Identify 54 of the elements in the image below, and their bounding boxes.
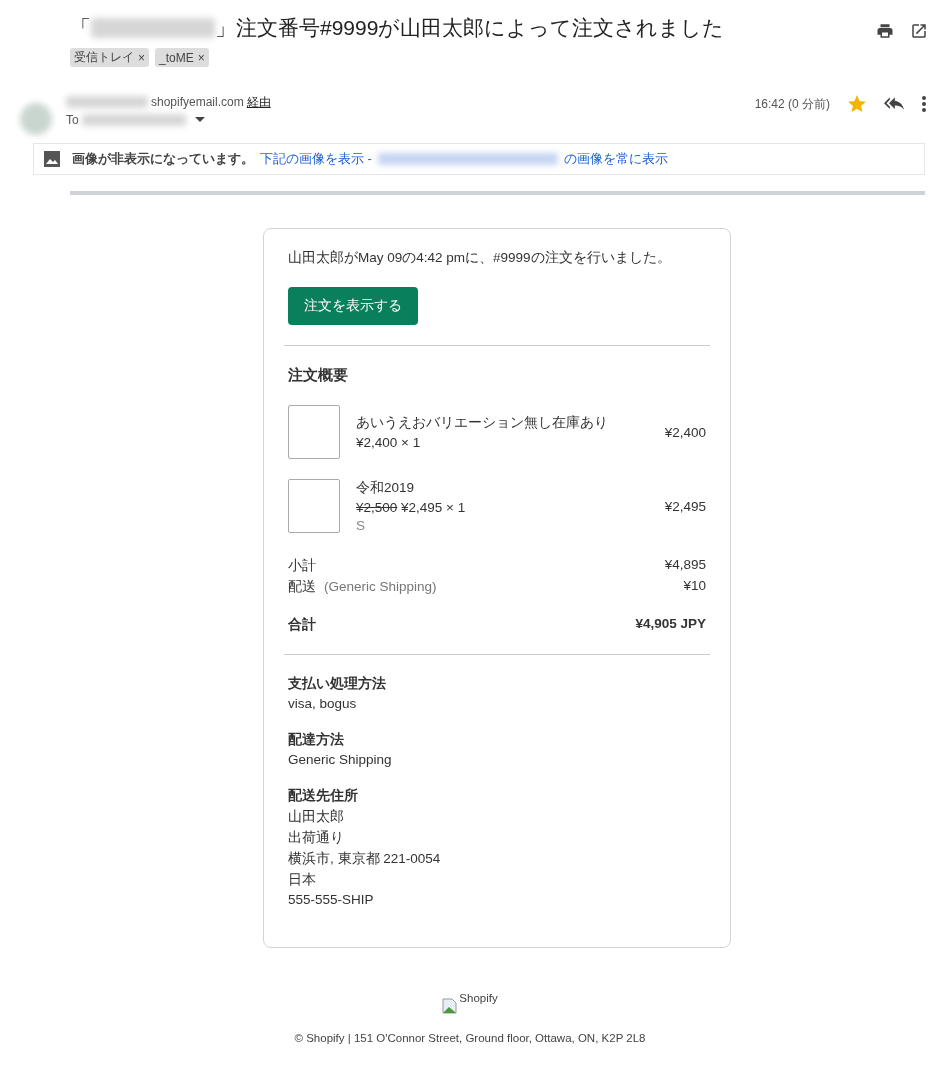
shipping-note: (Generic Shipping) <box>324 579 437 594</box>
remove-label[interactable]: × <box>138 50 145 65</box>
section-title: 配送先住所 <box>288 787 359 805</box>
section-line: 山田太郎 <box>288 808 345 826</box>
subject-text: 「 <box>70 15 91 41</box>
total-label: 合計 <box>288 616 316 634</box>
label-chip[interactable]: 受信トレイ × <box>70 48 149 67</box>
original-price: ¥2,500 <box>356 500 398 515</box>
broken-image-icon <box>442 998 459 1014</box>
section-title: 注文概要 <box>287 366 349 385</box>
product-name: 令和2019 <box>356 479 416 497</box>
logo-alt-text: Shopify <box>459 992 498 1004</box>
product-name: あいうえおバリエーション無し在庫あり <box>356 414 609 432</box>
dropdown-icon[interactable] <box>194 117 205 123</box>
star-icon[interactable] <box>848 95 866 113</box>
section-title: 支払い処理方法 <box>288 675 387 693</box>
summary-value: ¥4,895 <box>664 557 706 574</box>
section-line: Generic Shipping <box>288 752 393 767</box>
section-line: 日本 <box>288 871 317 889</box>
notice-text: 画像が非表示になっています。 <box>72 150 254 168</box>
section-line: 出荷通り <box>288 829 345 847</box>
intro-text: 山田太郎がMay 09の4:42 pmに、#9999の注文を行いました。 <box>287 249 672 267</box>
product-image-placeholder <box>288 479 340 533</box>
section-line: visa, bogus <box>288 696 358 711</box>
total-value: ¥4,905 JPY <box>635 616 706 633</box>
reply-all-icon[interactable] <box>884 96 904 112</box>
more-icon[interactable] <box>922 96 926 112</box>
unit-price: ¥2,495 × 1 <box>401 500 466 515</box>
label-chip[interactable]: _toME × <box>155 48 209 67</box>
section-line: 555-555-SHIP <box>288 892 375 907</box>
variant-text: S <box>356 518 366 533</box>
summary-value: ¥10 <box>683 578 706 595</box>
product-image-placeholder <box>288 405 340 459</box>
section-line: 横浜市, 東京都 221-0054 <box>288 850 442 868</box>
time-text: 16:42 (0 分前) <box>754 95 830 113</box>
unit-price: ¥2,400 × 1 <box>356 435 421 450</box>
sender-address: shopifyemail.com <box>151 95 244 109</box>
always-show-link[interactable]: の画像を常に表示 <box>563 150 668 168</box>
summary-label: 小計 <box>288 558 316 573</box>
to-label: To <box>66 113 79 127</box>
subject-text: 」注文番号#9999が山田太郎によって注文されました <box>215 15 725 41</box>
avatar <box>20 103 52 135</box>
print-icon[interactable] <box>876 22 894 40</box>
footer-address: © Shopify | 151 O'Connor Street, Ground floor, Ottawa, ON, K2P 2L8 <box>294 1032 646 1044</box>
remove-label[interactable]: × <box>197 50 205 65</box>
via-link[interactable]: 経由 <box>246 93 271 111</box>
view-order-button[interactable]: 注文を表示する <box>288 287 418 325</box>
open-in-new-icon[interactable] <box>910 22 928 40</box>
line-total: ¥2,495 <box>664 498 706 514</box>
show-images-link[interactable]: 下記の画像を表示 - <box>260 150 372 168</box>
summary-label: 配送 <box>288 579 316 594</box>
line-total: ¥2,400 <box>664 424 706 440</box>
image-icon <box>44 151 60 167</box>
section-title: 配達方法 <box>288 731 345 749</box>
